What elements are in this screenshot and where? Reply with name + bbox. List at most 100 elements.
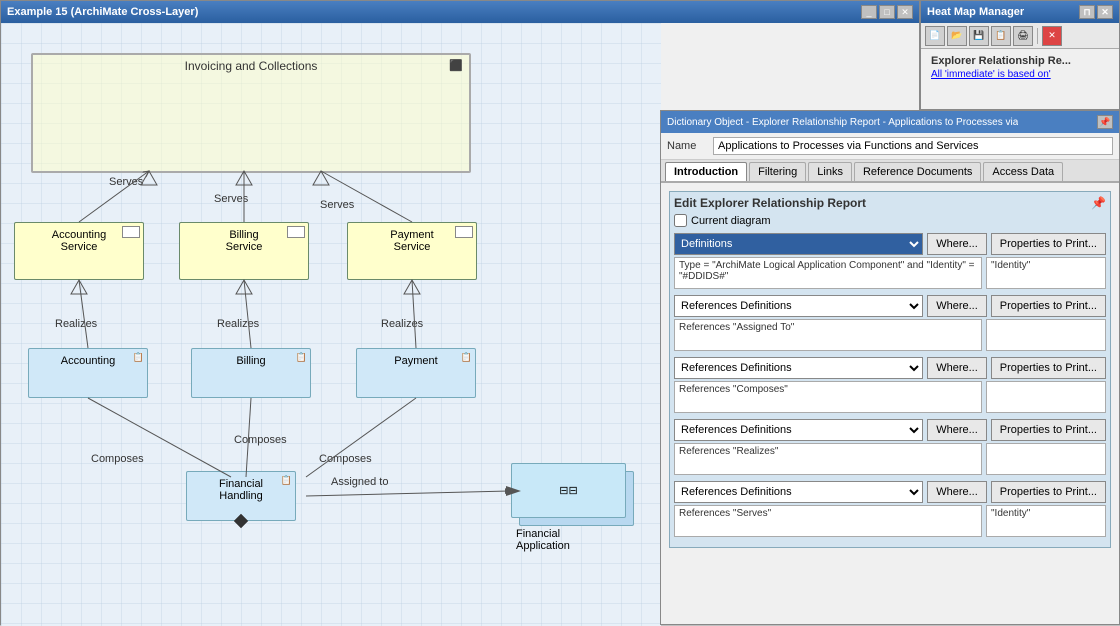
accounting-service-box[interactable]: AccountingService <box>14 222 144 280</box>
filter-row-1: Definitions References Definitions Where… <box>674 233 1106 289</box>
filter-row-2: References Definitions Definitions Where… <box>674 295 1106 351</box>
accounting-component-box[interactable]: 📋 Accounting <box>28 348 148 398</box>
name-value-field[interactable]: Applications to Processes via Functions … <box>713 137 1113 155</box>
filter-desc-row-2: References "Assigned To" <box>674 319 1106 351</box>
main-title: Example 15 (ArchiMate Cross-Layer) <box>7 6 198 18</box>
heatmap-title-bar: Heat Map Manager ⊓ ✕ <box>921 1 1119 23</box>
tab-filtering[interactable]: Filtering <box>749 162 806 181</box>
invoicing-icon: ⬛ <box>449 59 463 72</box>
where-btn-4[interactable]: Where... <box>927 419 987 441</box>
comp-icon-3: 📋 <box>461 352 472 363</box>
filter-row-5: References Definitions Definitions Where… <box>674 481 1106 537</box>
accounting-component-label: Accounting <box>33 353 143 367</box>
where-btn-3[interactable]: Where... <box>927 357 987 379</box>
heatmap-close-btn[interactable]: ✕ <box>1097 5 1113 19</box>
dict-pin-btn[interactable]: 📌 <box>1097 115 1113 129</box>
accounting-service-label: AccountingService <box>19 227 139 253</box>
comp-icon-2: 📋 <box>296 352 307 363</box>
tab-reference-docs[interactable]: Reference Documents <box>854 162 981 181</box>
tab-access-data[interactable]: Access Data <box>983 162 1063 181</box>
props-btn-3[interactable]: Properties to Print... <box>991 357 1106 379</box>
filter-select-3[interactable]: References Definitions Definitions <box>674 357 923 379</box>
filter-desc-row-3: References "Composes" <box>674 381 1106 413</box>
filter-controls-5: References Definitions Definitions Where… <box>674 481 1106 503</box>
dict-panel: Dictionary Object - Explorer Relationshi… <box>660 110 1120 625</box>
explorer-title[interactable]: Explorer Relationship Re... <box>927 53 1113 69</box>
filter-desc-row-4: References "Realizes" <box>674 443 1106 475</box>
filter-select-4[interactable]: References Definitions Definitions <box>674 419 923 441</box>
edit-section-title: Edit Explorer Relationship Report 📌 <box>674 196 1106 210</box>
composes-label-2: Composes <box>234 434 287 446</box>
where-btn-2[interactable]: Where... <box>927 295 987 317</box>
dict-title-bar: Dictionary Object - Explorer Relationshi… <box>661 111 1119 133</box>
where-btn-1[interactable]: Where... <box>927 233 987 255</box>
svc-icon-1 <box>122 226 140 238</box>
main-title-bar: Example 15 (ArchiMate Cross-Layer) _ □ ✕ <box>1 1 919 23</box>
financial-handling-box[interactable]: 📋 FinancialHandling <box>186 471 296 521</box>
tb-new-btn[interactable]: 📄 <box>925 26 945 46</box>
heatmap-controls: ⊓ ✕ <box>1079 5 1113 19</box>
filter-desc-3: References "Composes" <box>674 381 982 413</box>
minimize-btn[interactable]: _ <box>861 5 877 19</box>
filter-val-1: "Identity" <box>986 257 1106 289</box>
props-btn-1[interactable]: Properties to Print... <box>991 233 1106 255</box>
billing-service-box[interactable]: BillingService <box>179 222 309 280</box>
tab-introduction[interactable]: Introduction <box>665 162 747 181</box>
current-diagram-row: Current diagram <box>674 214 1106 227</box>
financial-app-label: Financial Application <box>516 528 570 552</box>
filter-controls-1: Definitions References Definitions Where… <box>674 233 1106 255</box>
svc-icon-3 <box>455 226 473 238</box>
name-label: Name <box>667 140 707 152</box>
fin-app-icon: ⊟⊟ <box>559 484 577 497</box>
billing-component-box[interactable]: 📋 Billing <box>191 348 311 398</box>
payment-service-label: PaymentService <box>352 227 472 253</box>
tb-print-btn[interactable]: 🖨 <box>1013 26 1033 46</box>
maximize-btn[interactable]: □ <box>879 5 895 19</box>
props-btn-2[interactable]: Properties to Print... <box>991 295 1106 317</box>
dict-title-text: Dictionary Object - Explorer Relationshi… <box>667 117 1018 128</box>
composition-diamond <box>234 514 248 528</box>
close-btn[interactable]: ✕ <box>897 5 913 19</box>
realizes-label-3: Realizes <box>381 318 423 330</box>
filter-select-5[interactable]: References Definitions Definitions <box>674 481 923 503</box>
tb-save-btn[interactable]: 💾 <box>969 26 989 46</box>
where-btn-5[interactable]: Where... <box>927 481 987 503</box>
fin-app-front[interactable]: ⊟⊟ <box>511 463 626 518</box>
tb-delete-btn[interactable]: ✕ <box>1042 26 1062 46</box>
heatmap-content: Explorer Relationship Re... All 'immedia… <box>921 49 1119 84</box>
dict-tab-content: Edit Explorer Relationship Report 📌 Curr… <box>661 183 1119 556</box>
filter-desc-4: References "Realizes" <box>674 443 982 475</box>
filter-val-2 <box>986 319 1106 351</box>
heatmap-title-text: Heat Map Manager <box>927 6 1024 18</box>
billing-service-label: BillingService <box>184 227 304 253</box>
filter-desc-2: References "Assigned To" <box>674 319 982 351</box>
heatmap-pin-btn[interactable]: ⊓ <box>1079 5 1095 19</box>
filter-select-1[interactable]: Definitions References Definitions <box>674 233 923 255</box>
filter-desc-row-1: Type = "ArchiMate Logical Application Co… <box>674 257 1106 289</box>
composes-label-1: Composes <box>91 453 144 465</box>
props-btn-5[interactable]: Properties to Print... <box>991 481 1106 503</box>
filter-controls-4: References Definitions Definitions Where… <box>674 419 1106 441</box>
tb-copy-btn[interactable]: 📋 <box>991 26 1011 46</box>
tabs-bar: Introduction Filtering Links Reference D… <box>661 160 1119 183</box>
invoicing-box: Invoicing and Collections ⬛ <box>31 53 471 173</box>
filter-row-4: References Definitions Definitions Where… <box>674 419 1106 475</box>
tb-open-btn[interactable]: 📂 <box>947 26 967 46</box>
composes-label-3: Composes <box>319 453 372 465</box>
serves-label-2: Serves <box>214 193 248 205</box>
props-btn-4[interactable]: Properties to Print... <box>991 419 1106 441</box>
payment-service-box[interactable]: PaymentService <box>347 222 477 280</box>
payment-component-box[interactable]: 📋 Payment <box>356 348 476 398</box>
filter-desc-1: Type = "ArchiMate Logical Application Co… <box>674 257 982 289</box>
svc-icon-2 <box>287 226 305 238</box>
current-diagram-checkbox[interactable] <box>674 214 687 227</box>
edit-pin-icon[interactable]: 📌 <box>1091 196 1106 210</box>
billing-component-label: Billing <box>196 353 306 367</box>
explorer-link[interactable]: All 'immediate' is based on' <box>927 69 1113 80</box>
filter-val-3 <box>986 381 1106 413</box>
tab-links[interactable]: Links <box>808 162 852 181</box>
heatmap-toolbar: 📄 📂 💾 📋 🖨 ✕ <box>921 23 1119 49</box>
serves-label-1: Serves <box>109 176 143 188</box>
filter-select-2[interactable]: References Definitions Definitions <box>674 295 923 317</box>
payment-component-label: Payment <box>361 353 471 367</box>
